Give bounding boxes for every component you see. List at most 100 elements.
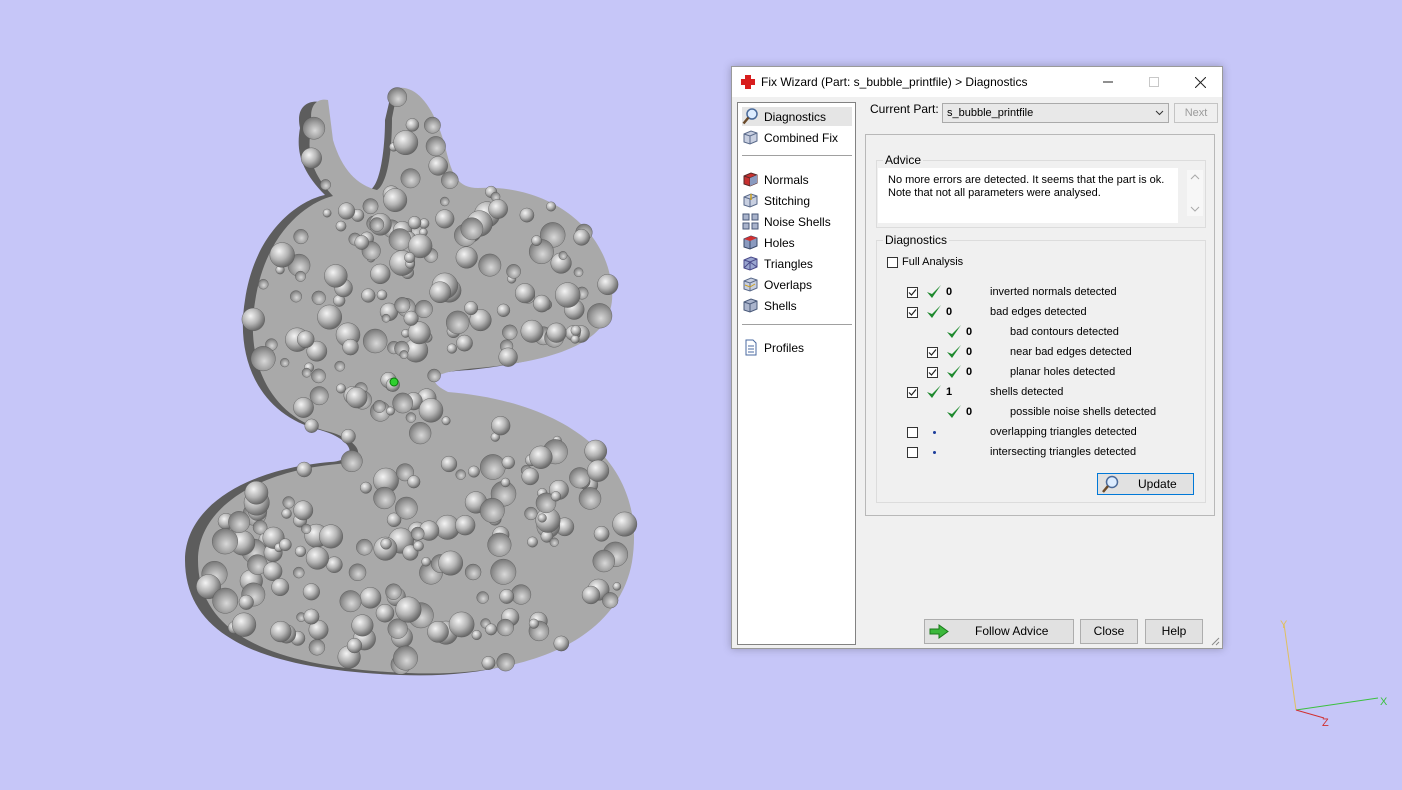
bubble <box>376 289 388 301</box>
bubble <box>296 461 312 478</box>
follow-advice-label: Follow Advice <box>975 624 1049 638</box>
bubble <box>407 475 421 489</box>
bubble <box>592 549 615 573</box>
diagnostics-group: Diagnostics Full Analysis 0 inverted nor… <box>876 233 1206 503</box>
nav-item-diagnostics[interactable]: Diagnostics <box>742 107 852 126</box>
bad-edges-checkbox[interactable] <box>907 307 918 318</box>
bubble <box>294 545 307 558</box>
bubble <box>372 400 386 413</box>
profiles-document-icon <box>745 339 757 356</box>
bubble <box>281 508 292 519</box>
bubble <box>301 367 312 378</box>
overlapping-triangles-checkbox[interactable] <box>907 427 918 438</box>
resize-grip-icon[interactable] <box>1210 636 1220 646</box>
bubble <box>481 656 496 670</box>
checkmark-icon <box>928 349 937 356</box>
bubble <box>428 156 448 176</box>
maximize-button[interactable] <box>1131 67 1177 97</box>
bubble <box>363 328 388 354</box>
bubble <box>362 198 379 215</box>
shells-cube-icon <box>743 298 758 313</box>
bubble <box>423 116 441 134</box>
bubble <box>570 334 580 344</box>
close-button[interactable]: Close <box>1080 619 1138 644</box>
nav-item-combined-fix[interactable]: Combined Fix <box>742 128 852 147</box>
bubble <box>290 290 303 303</box>
planar-holes-checkbox[interactable] <box>927 367 938 378</box>
update-button[interactable]: Update <box>1097 473 1194 495</box>
bubble <box>351 614 374 637</box>
bubble <box>500 477 511 488</box>
bubble <box>300 147 322 169</box>
bubble <box>405 412 417 423</box>
nav-item-stitching[interactable]: Stitching <box>742 191 852 210</box>
bubble <box>228 511 251 533</box>
minimize-icon <box>1103 81 1113 83</box>
checkmark-icon <box>908 309 917 316</box>
green-arrow-icon <box>929 624 949 639</box>
minimize-button[interactable] <box>1085 67 1131 97</box>
bubble <box>496 618 514 637</box>
shells-checkbox[interactable] <box>907 387 918 398</box>
advice-textbox[interactable]: No more errors are detected. It seems th… <box>878 168 1178 223</box>
inverted-normals-checkbox[interactable] <box>907 287 918 298</box>
bubble <box>238 594 254 610</box>
holes-cube-icon <box>743 235 758 250</box>
intersecting-triangles-checkbox[interactable] <box>907 447 918 458</box>
bubble <box>409 422 432 445</box>
bubble <box>425 136 446 157</box>
nav-item-noise-shells[interactable]: Noise Shells <box>742 212 852 231</box>
nav-item-overlaps[interactable]: Overlaps <box>742 275 852 294</box>
s-bubble-model <box>185 87 638 676</box>
nav-separator <box>742 324 852 325</box>
bubble <box>387 87 408 107</box>
title-bar[interactable]: Fix Wizard (Part: s_bubble_printfile) > … <box>732 67 1222 97</box>
nav-item-normals[interactable]: Normals <box>742 170 852 189</box>
bubble <box>301 523 312 535</box>
bubble <box>429 281 452 304</box>
bubble <box>295 270 306 282</box>
advice-scrollbar[interactable] <box>1187 170 1203 216</box>
bubble <box>359 481 372 494</box>
nav-item-holes[interactable]: Holes <box>742 233 852 252</box>
bubble <box>546 201 556 212</box>
bubble <box>271 578 290 596</box>
bubble <box>405 118 420 132</box>
near-bad-edges-checkbox[interactable] <box>927 347 938 358</box>
help-button[interactable]: Help <box>1145 619 1203 644</box>
checkmark-icon <box>908 289 917 296</box>
bubble <box>612 582 622 591</box>
current-part-select[interactable]: s_bubble_printfile <box>942 103 1169 123</box>
bubble <box>531 235 542 246</box>
bubble <box>335 220 347 232</box>
bubble <box>441 171 459 189</box>
bubble <box>361 288 376 303</box>
bubble <box>324 264 348 288</box>
bubble <box>499 589 515 604</box>
close-window-button[interactable] <box>1177 67 1223 97</box>
near-bad-edges-count: 0 <box>966 346 973 358</box>
advice-line-2: Note that not all parameters were analys… <box>888 187 1101 199</box>
follow-advice-button[interactable]: Follow Advice <box>924 619 1074 644</box>
pivot-marker[interactable] <box>389 377 399 387</box>
bad-edges-label: bad edges detected <box>990 306 1087 318</box>
bubble <box>297 330 315 348</box>
window-title: Fix Wizard (Part: s_bubble_printfile) > … <box>761 75 1028 89</box>
nav-item-triangles[interactable]: Triangles <box>742 254 852 273</box>
bubble <box>369 217 385 232</box>
bubble <box>584 439 608 463</box>
3d-viewport[interactable] <box>0 0 720 790</box>
bubble <box>302 116 326 140</box>
scroll-arrows-icon <box>1190 174 1200 212</box>
bubble <box>438 550 463 576</box>
bubble <box>529 445 553 469</box>
noise-shells-label: possible noise shells detected <box>1010 406 1157 418</box>
nav-item-shells[interactable]: Shells <box>742 296 852 315</box>
nav-item-profiles[interactable]: Profiles <box>742 338 852 357</box>
bubble <box>440 196 450 207</box>
checkmark-icon <box>928 369 937 376</box>
full-analysis-checkbox[interactable] <box>887 257 898 268</box>
next-button[interactable]: Next <box>1174 103 1218 123</box>
bubble <box>231 612 257 637</box>
nav-label: Noise Shells <box>764 214 831 229</box>
